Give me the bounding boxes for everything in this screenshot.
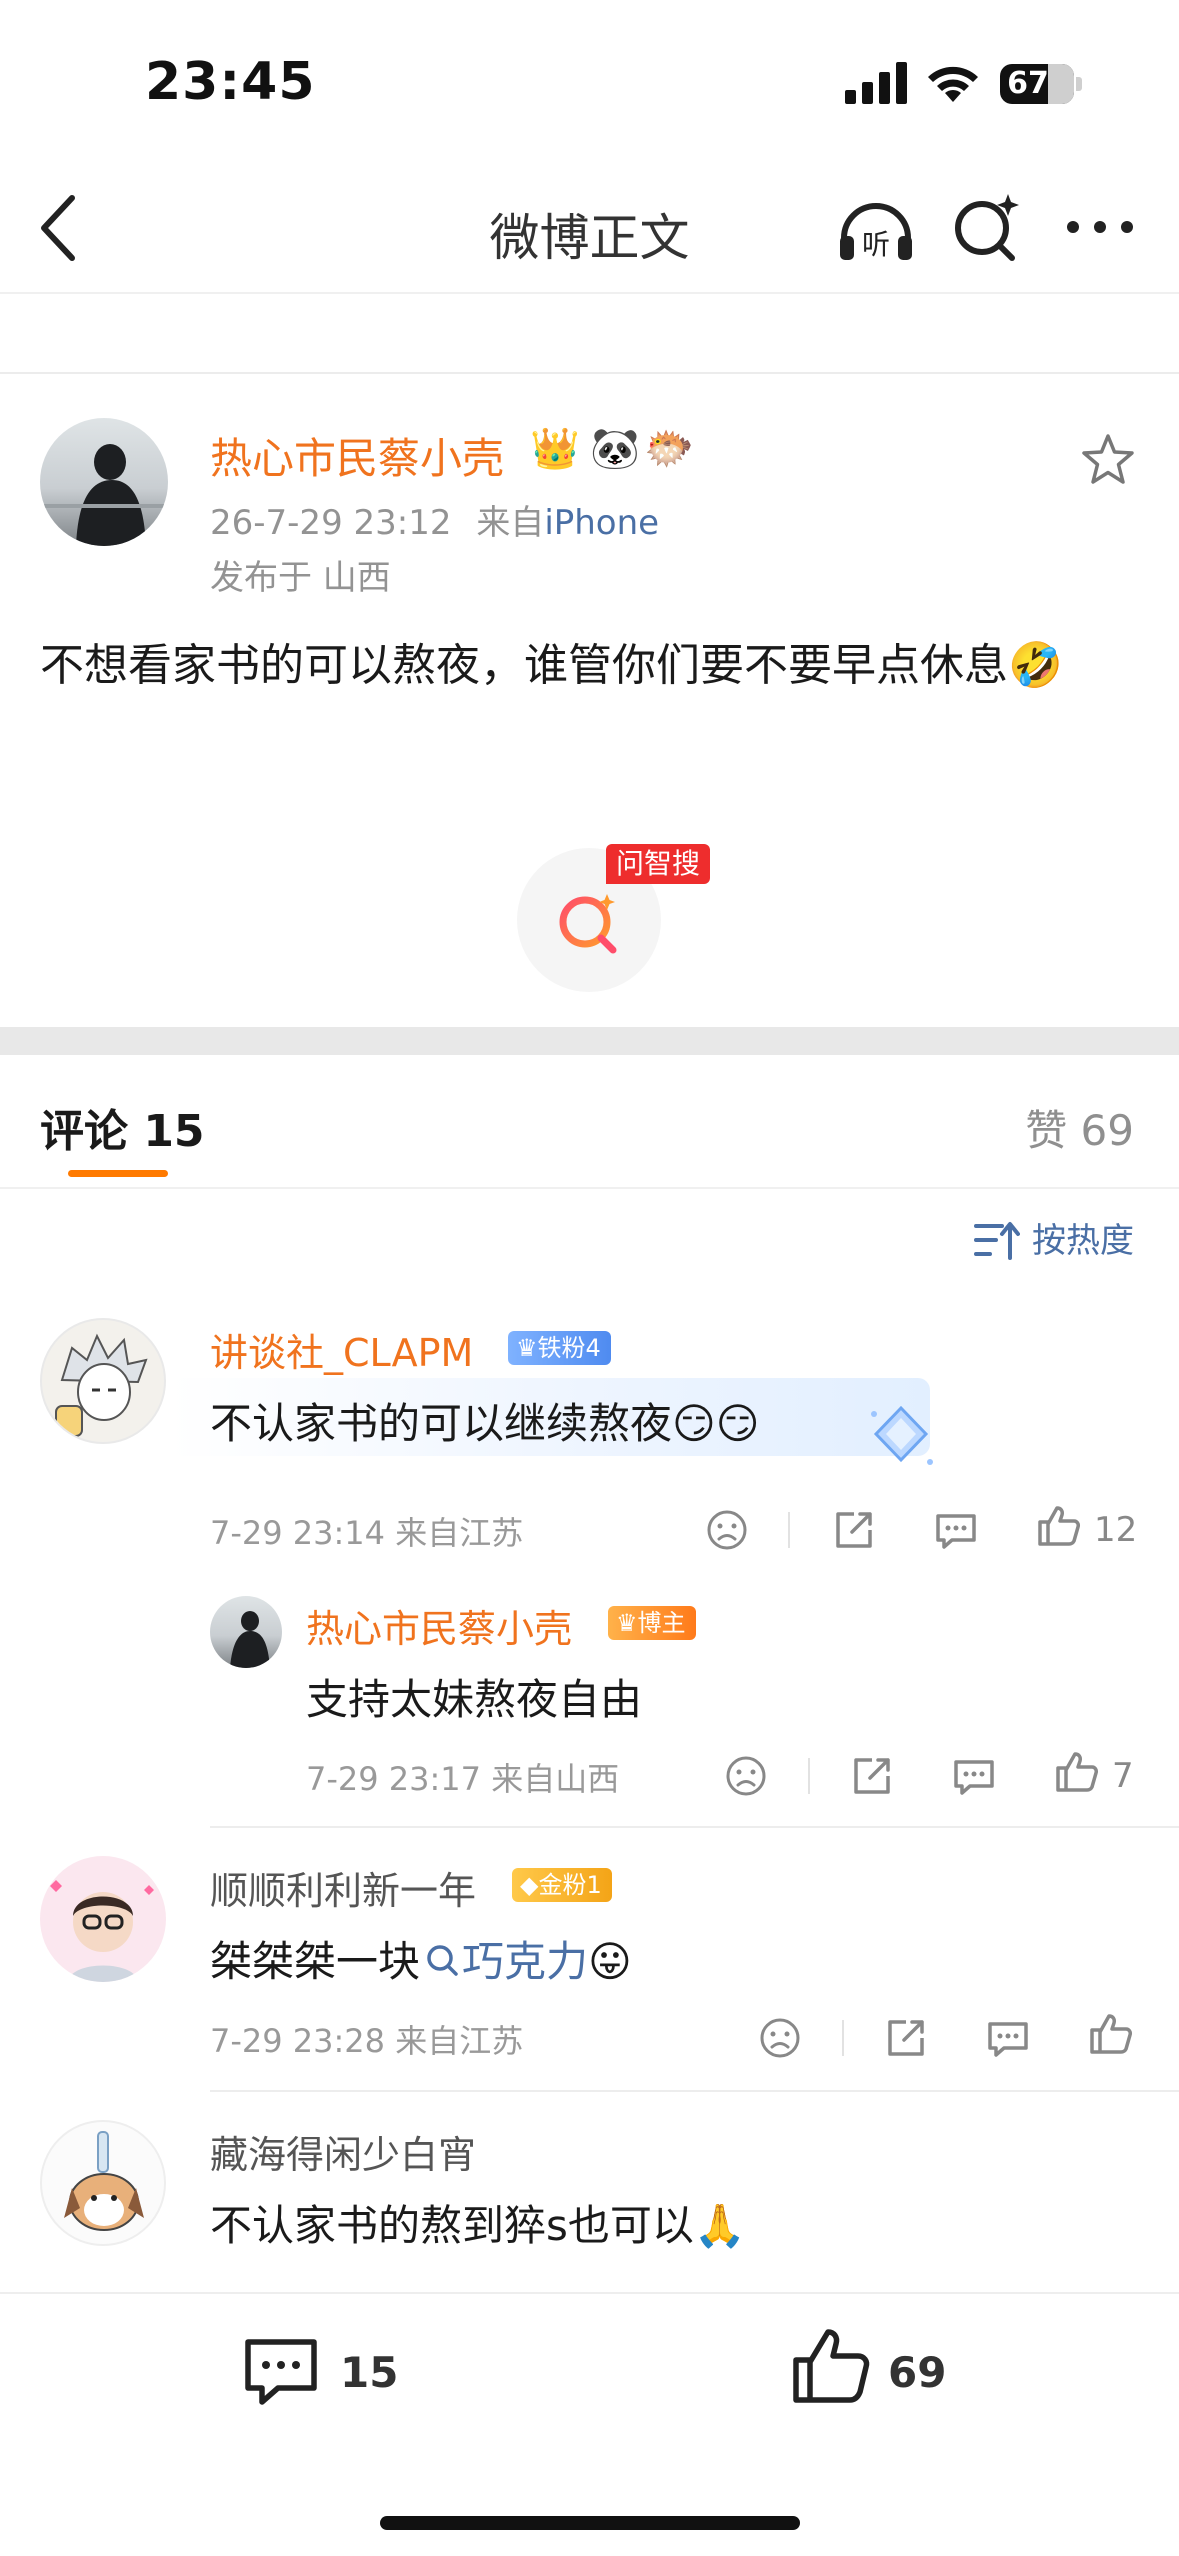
vip-crown-icon[interactable]: 👑 <box>530 425 580 472</box>
like-icon[interactable] <box>1034 1502 1082 1550</box>
reply-icon[interactable] <box>932 1506 980 1554</box>
comment-text: 桀桀桀一块 巧克力😛 <box>210 1928 632 1989</box>
comment-text: 不认家书的熬到猝s也可以🙏 <box>210 2201 747 2250</box>
comment-avatar[interactable] <box>40 1856 166 1982</box>
post-location: 发布于 山西 <box>210 558 391 598</box>
topic-search-icon <box>427 1945 458 1976</box>
topic-link[interactable]: 巧克力 <box>462 1937 588 1986</box>
avatar-dog-illustration <box>64 2131 144 2231</box>
tab-active-indicator <box>68 1170 168 1177</box>
share-icon[interactable] <box>882 2014 930 2062</box>
blogger-badge[interactable]: ♛博主 <box>608 1606 696 1640</box>
share-icon[interactable] <box>830 1506 878 1554</box>
post-source[interactable]: iPhone <box>544 503 659 543</box>
dislike-icon[interactable] <box>756 2014 804 2062</box>
comment-avatar[interactable] <box>40 1318 166 1444</box>
comment-text: 不认家书的可以继续熬夜😏😏 <box>210 1399 760 1448</box>
listen-icon[interactable]: 听 <box>836 192 916 264</box>
avatar-photo-illustration <box>50 1880 154 1982</box>
comment-avatar[interactable] <box>40 2120 166 2246</box>
wifi-icon <box>928 66 978 102</box>
cellular-signal-icon <box>845 62 907 104</box>
fan-badge-label: 金粉1 <box>538 1871 602 1899</box>
action-separator <box>842 2020 844 2056</box>
comment-divider <box>210 1826 1179 1828</box>
comment-text-prefix: 桀桀桀一块 <box>210 1937 421 1986</box>
dislike-icon[interactable] <box>722 1752 770 1800</box>
diamond-decoration-icon <box>871 1405 933 1465</box>
fan-level-badge[interactable]: ◆金粉1 <box>512 1868 612 1902</box>
fish-badge-icon[interactable]: 🐡 <box>644 425 694 472</box>
svg-text:听: 听 <box>862 228 890 261</box>
comment-author-name[interactable]: 藏海得闲少白宵 <box>210 2124 476 2179</box>
fan-badge-label: 铁粉4 <box>537 1334 601 1362</box>
share-icon[interactable] <box>848 1752 896 1800</box>
blogger-badge-label: 博主 <box>637 1609 686 1637</box>
ai-search-tag[interactable]: 问智搜 <box>606 844 711 884</box>
like-count[interactable]: 69 <box>888 2348 946 2397</box>
comment-author-name[interactable]: 顺顺利利新一年 <box>210 1860 476 1915</box>
comment-count[interactable]: 15 <box>340 2348 398 2397</box>
action-separator <box>808 1758 810 1794</box>
post-date: 26-7-29 23:12 <box>210 503 452 543</box>
comment-meta: 7-29 23:14 来自江苏 <box>210 1514 524 1552</box>
more-icon[interactable] <box>1065 218 1135 236</box>
like-icon[interactable] <box>1086 2010 1134 2058</box>
post-meta: 26-7-29 23:12 来自iPhone <box>210 495 659 544</box>
like-count: 12 <box>1094 1510 1138 1550</box>
crown-icon: ♛ <box>616 1609 638 1637</box>
comment-icon[interactable] <box>240 2332 322 2412</box>
home-indicator[interactable] <box>380 2516 800 2530</box>
battery-level: 67 <box>1007 66 1049 101</box>
reply-avatar[interactable] <box>210 1596 282 1668</box>
comment-divider <box>210 2090 1179 2092</box>
avatar-silhouette <box>40 444 168 546</box>
post-author-avatar[interactable] <box>40 418 168 546</box>
divider <box>0 372 1179 374</box>
status-time: 23:45 <box>145 52 316 112</box>
avatar-silhouette <box>230 1611 270 1668</box>
crown-icon: ♛ <box>516 1334 538 1362</box>
battery-icon: 67 <box>1000 64 1074 104</box>
ai-search-icon[interactable] <box>950 188 1024 264</box>
scrolled-header-remnant <box>0 294 1179 372</box>
like-icon[interactable] <box>790 2326 872 2406</box>
post-text: 不想看家书的可以熬夜，谁管你们要不要早点休息🤣 <box>40 640 1063 691</box>
panda-badge-icon[interactable]: 🐼 <box>590 425 640 472</box>
reply-meta: 7-29 23:17 来自山西 <box>306 1760 620 1798</box>
reply-icon[interactable] <box>950 1752 998 1800</box>
post-author-name[interactable]: 热心市民蔡小壳 <box>210 425 504 486</box>
reply-text: 支持太妹熬夜自由 <box>306 1675 643 1724</box>
comment-author-name[interactable]: 讲谈社_CLAPM <box>210 1322 473 1377</box>
tab-likes[interactable]: 赞 69 <box>1025 1097 1134 1158</box>
battery-tip <box>1076 77 1082 91</box>
tab-comments[interactable]: 评论 15 <box>40 1095 205 1159</box>
divider <box>0 1187 1179 1189</box>
action-separator <box>788 1512 790 1548</box>
section-separator <box>0 1027 1179 1055</box>
comment-meta: 7-29 23:28 来自江苏 <box>210 2022 524 2060</box>
post-source-prefix: 来自 <box>476 503 545 543</box>
sort-icon[interactable] <box>974 1220 1020 1262</box>
gem-icon: ◆ <box>520 1871 539 1899</box>
sort-by-hot[interactable]: 按热度 <box>1032 1213 1134 1262</box>
like-count: 7 <box>1112 1756 1134 1796</box>
fan-level-badge[interactable]: ♛铁粉4 <box>508 1331 611 1365</box>
like-icon[interactable] <box>1052 1748 1100 1796</box>
dislike-icon[interactable] <box>703 1506 751 1554</box>
comment-text-suffix: 😛 <box>588 1937 632 1986</box>
avatar-anime-illustration <box>55 1333 148 1437</box>
bottom-bar-divider <box>0 2292 1179 2294</box>
reply-author-name[interactable]: 热心市民蔡小壳 <box>306 1598 572 1653</box>
favorite-star-icon[interactable] <box>1080 432 1136 488</box>
reply-icon[interactable] <box>984 2014 1032 2062</box>
